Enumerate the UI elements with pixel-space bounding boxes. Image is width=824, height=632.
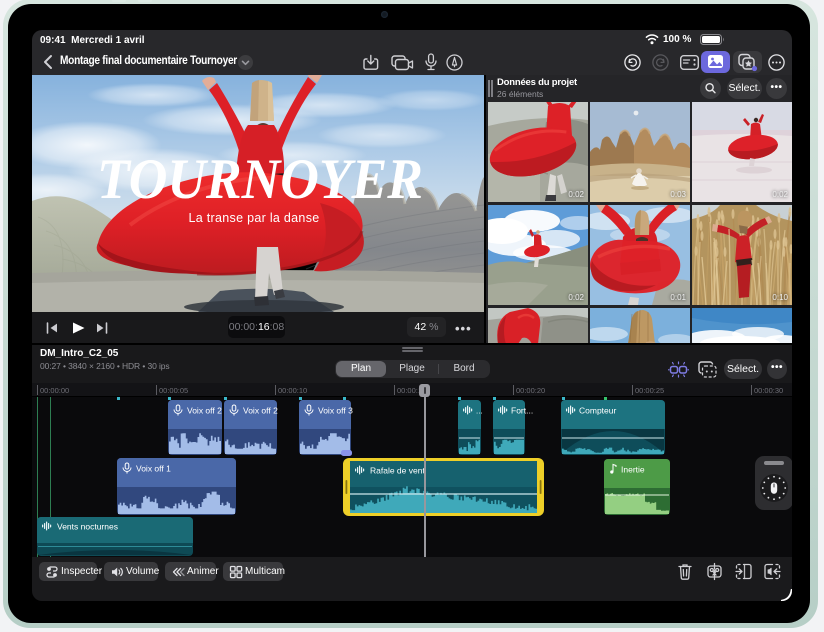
svg-text:Compteur: Compteur: [579, 406, 616, 416]
svg-text:Vents nocturnes: Vents nocturnes: [57, 522, 118, 532]
svg-text:Rafale de vent: Rafale de vent: [370, 466, 425, 476]
svg-text:...: ...: [476, 407, 483, 416]
svg-text:Inertie: Inertie: [621, 465, 645, 475]
svg-text:TOURNOYER: TOURNOYER: [97, 148, 423, 211]
svg-text:Voix off 3: Voix off 3: [318, 406, 353, 416]
svg-text:Voix off 2: Voix off 2: [187, 406, 222, 416]
svg-text:Voix off 2: Voix off 2: [243, 406, 278, 416]
svg-text:Fort...: Fort...: [511, 406, 533, 416]
svg-text:Voix off 1: Voix off 1: [136, 464, 171, 474]
svg-text:La transe par la danse: La transe par la danse: [189, 211, 320, 225]
